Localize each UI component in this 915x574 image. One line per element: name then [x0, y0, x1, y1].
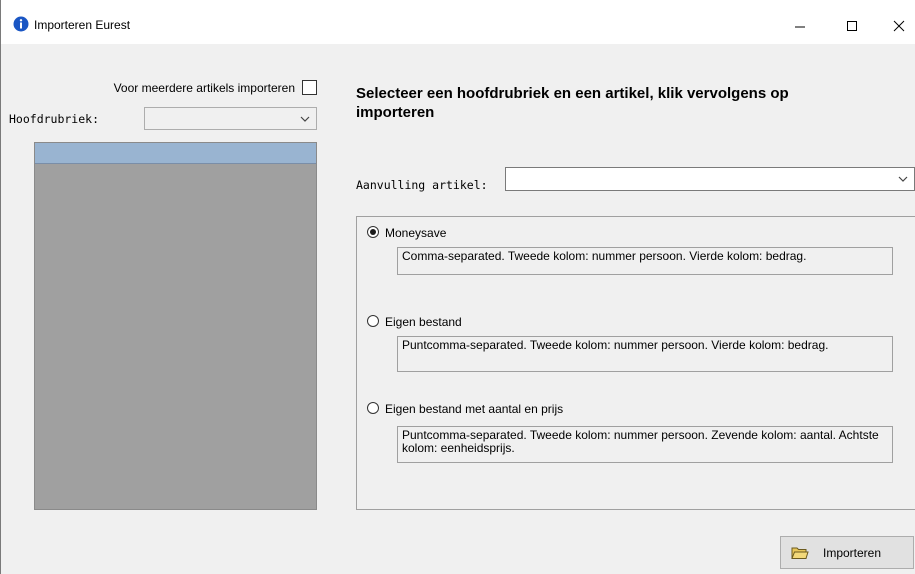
- multi-article-label: Voor meerdere artikels importeren: [113, 81, 295, 95]
- window-title: Importeren Eurest: [34, 18, 131, 32]
- maximize-icon: [847, 21, 857, 31]
- radio-moneysave-label[interactable]: Moneysave: [385, 226, 446, 240]
- minimize-icon: [795, 26, 805, 28]
- radio-eigen-bestand-label[interactable]: Eigen bestand: [385, 315, 462, 329]
- close-button[interactable]: [876, 8, 915, 44]
- maximize-button[interactable]: [829, 8, 875, 44]
- minimize-button[interactable]: [777, 8, 823, 44]
- chevron-down-icon: [300, 116, 310, 122]
- article-list-header: [35, 143, 316, 164]
- article-list[interactable]: [34, 142, 317, 510]
- dialog-window: Importeren Eurest Voor meerdere artikels…: [0, 0, 915, 574]
- title-bar[interactable]: Importeren Eurest: [0, 0, 915, 44]
- info-icon: [13, 16, 29, 32]
- moneysave-description: Comma-separated. Tweede kolom: nummer pe…: [397, 247, 893, 275]
- aanvulling-select[interactable]: [505, 167, 915, 191]
- folder-icon: [791, 547, 809, 559]
- radio-eigen-bestand[interactable]: [367, 315, 379, 327]
- radio-moneysave[interactable]: [367, 226, 379, 238]
- window-border: [0, 0, 1, 574]
- close-icon: [893, 20, 905, 32]
- instruction-heading: Selecteer een hoofdrubriek en een artike…: [356, 85, 789, 121]
- import-button[interactable]: Importeren: [780, 536, 914, 569]
- eigen-bestand-aantal-prijs-description: Puntcomma-separated. Tweede kolom: numme…: [397, 426, 893, 463]
- radio-eigen-bestand-aantal-prijs[interactable]: [367, 402, 379, 414]
- radio-eigen-bestand-aantal-prijs-label[interactable]: Eigen bestand met aantal en prijs: [385, 402, 563, 416]
- import-button-label: Importeren: [823, 545, 882, 560]
- hoofdrubriek-label: Hoofdrubriek:: [9, 112, 100, 126]
- eigen-bestand-description: Puntcomma-separated. Tweede kolom: numme…: [397, 336, 893, 372]
- aanvulling-label: Aanvulling artikel:: [356, 178, 488, 192]
- multi-article-checkbox[interactable]: [302, 80, 317, 95]
- hoofdrubriek-select[interactable]: [144, 107, 317, 130]
- chevron-down-icon: [898, 176, 908, 182]
